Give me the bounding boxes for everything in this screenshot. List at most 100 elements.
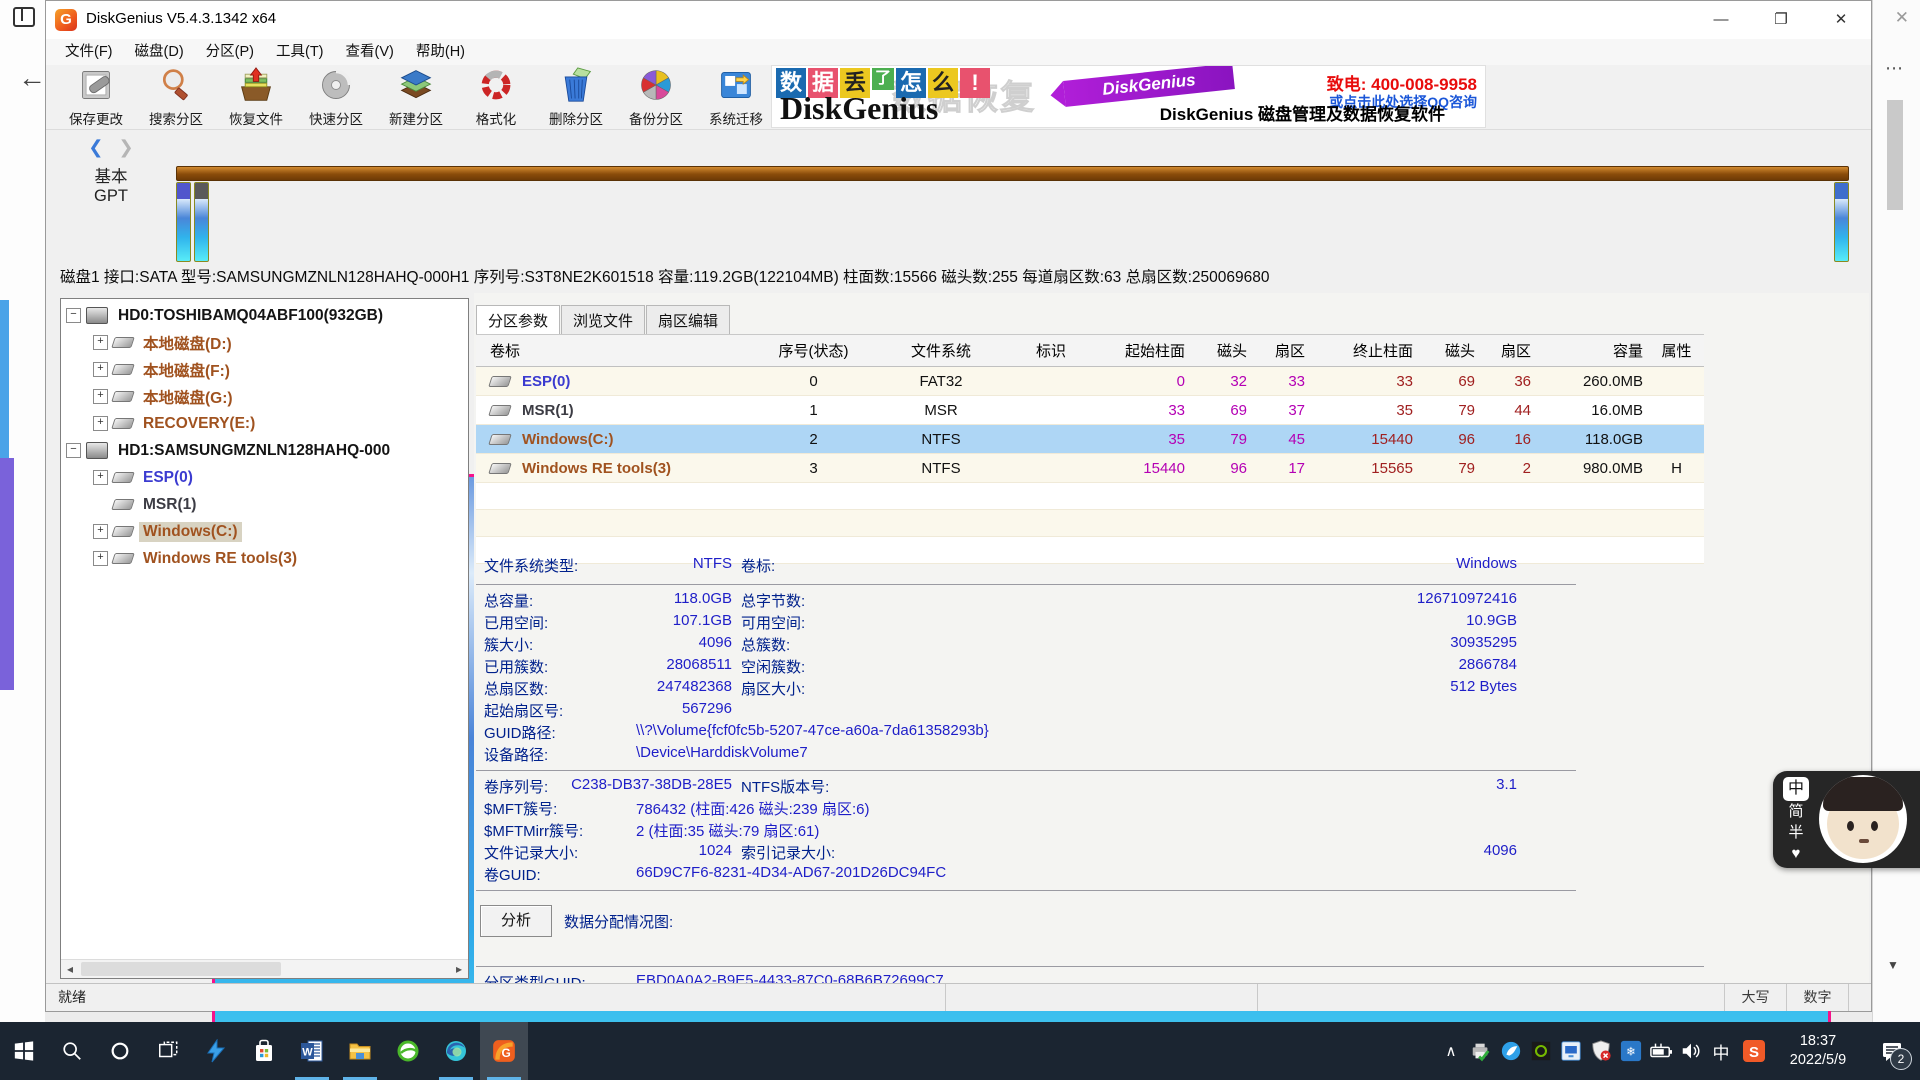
col-index-status[interactable]: 序号(状态) bbox=[756, 340, 871, 361]
lightning-app-icon[interactable] bbox=[192, 1022, 240, 1080]
tree-item-local-d[interactable]: + 本地磁盘(D:) bbox=[61, 329, 468, 356]
edge-icon[interactable] bbox=[432, 1022, 480, 1080]
prev-disk-arrow-icon[interactable]: ❮ bbox=[88, 137, 103, 157]
menu-tools[interactable]: 工具(T) bbox=[265, 39, 335, 65]
minimize-button[interactable]: — bbox=[1691, 1, 1751, 39]
tray-ime-indicator[interactable]: 中 bbox=[1706, 1022, 1736, 1080]
scroll-left-icon[interactable]: ◂ bbox=[61, 960, 79, 978]
tree-item-recovery-e[interactable]: + RECOVERY(E:) bbox=[61, 410, 468, 437]
tree-item-msr[interactable]: MSR(1) bbox=[61, 491, 468, 518]
col-start-cylinder[interactable]: 起始柱面 bbox=[1091, 340, 1191, 361]
tree-item-esp[interactable]: + ESP(0) bbox=[61, 464, 468, 491]
tray-battery-icon[interactable] bbox=[1646, 1022, 1676, 1080]
collapse-icon[interactable]: − bbox=[66, 443, 81, 458]
table-row-msr[interactable]: MSR(1) 1 MSR 33 69 37 35 79 44 16.0MB bbox=[476, 396, 1704, 425]
tree-item-hd0[interactable]: − HD0:TOSHIBAMQ04ABF100(932GB) bbox=[61, 302, 468, 329]
tray-nvidia-icon[interactable] bbox=[1526, 1022, 1556, 1080]
menu-view[interactable]: 查看(V) bbox=[335, 39, 405, 65]
tray-defender-icon[interactable] bbox=[1586, 1022, 1616, 1080]
expand-icon[interactable]: + bbox=[93, 362, 108, 377]
resize-grip[interactable] bbox=[1849, 984, 1871, 1011]
background-close-icon[interactable]: ✕ bbox=[1895, 8, 1909, 28]
tray-intel-graphics-icon[interactable] bbox=[1556, 1022, 1586, 1080]
collapse-icon[interactable]: − bbox=[66, 308, 81, 323]
col-flag[interactable]: 标识 bbox=[1011, 340, 1091, 361]
new-partition-button[interactable]: 新建分区 bbox=[376, 65, 456, 129]
ad-banner[interactable]: 数据恢复 数 据 丢 了 怎 么 ! DiskGenius DiskGenius… bbox=[771, 65, 1486, 128]
expand-icon[interactable]: + bbox=[93, 416, 108, 431]
col-capacity[interactable]: 容量 bbox=[1537, 340, 1649, 361]
partition-bar-esp[interactable] bbox=[176, 182, 191, 262]
format-button[interactable]: 格式化 bbox=[456, 65, 536, 129]
tray-speaker-icon[interactable] bbox=[1676, 1022, 1706, 1080]
col-filesystem[interactable]: 文件系统 bbox=[871, 340, 1011, 361]
tree-item-local-f[interactable]: + 本地磁盘(F:) bbox=[61, 356, 468, 383]
tray-printer-icon[interactable] bbox=[1466, 1022, 1496, 1080]
maximize-button[interactable]: ❐ bbox=[1751, 1, 1811, 39]
background-scrollbar-thumb[interactable] bbox=[1887, 100, 1903, 210]
taskbar-clock[interactable]: 18:37 2022/5/9 bbox=[1772, 1022, 1864, 1080]
cortana-button[interactable] bbox=[96, 1022, 144, 1080]
save-changes-button[interactable]: 保存更改 bbox=[56, 65, 136, 129]
ime-mode-chip[interactable]: 中 bbox=[1783, 777, 1809, 801]
backup-partition-button[interactable]: 备份分区 bbox=[616, 65, 696, 129]
col-end-head[interactable]: 磁头 bbox=[1419, 340, 1481, 361]
col-start-head[interactable]: 磁头 bbox=[1191, 340, 1253, 361]
partition-bar-msr[interactable] bbox=[194, 182, 209, 262]
scrollbar-thumb[interactable] bbox=[81, 962, 281, 976]
word-icon[interactable]: W bbox=[288, 1022, 336, 1080]
tree-item-windows-re[interactable]: + Windows RE tools(3) bbox=[61, 545, 468, 572]
tree-item-windows-c[interactable]: + Windows(C:) bbox=[61, 518, 468, 545]
menu-disk[interactable]: 磁盘(D) bbox=[124, 39, 195, 65]
delete-partition-button[interactable]: 删除分区 bbox=[536, 65, 616, 129]
menu-help[interactable]: 帮助(H) bbox=[405, 39, 476, 65]
col-end-cylinder[interactable]: 终止柱面 bbox=[1311, 340, 1419, 361]
expand-icon[interactable]: + bbox=[93, 524, 108, 539]
tab-partition-params[interactable]: 分区参数 bbox=[476, 305, 560, 334]
tree-item-local-g[interactable]: + 本地磁盘(G:) bbox=[61, 383, 468, 410]
ime-widget[interactable]: 中 简 半 ♥ bbox=[1773, 771, 1920, 868]
table-row-windows-c[interactable]: Windows(C:) 2 NTFS 35 79 45 15440 96 16 … bbox=[476, 425, 1704, 454]
file-explorer-icon[interactable] bbox=[336, 1022, 384, 1080]
microsoft-store-icon[interactable] bbox=[240, 1022, 288, 1080]
ime-halfwidth[interactable]: 半 bbox=[1788, 822, 1803, 843]
partition-bar-windows-re[interactable] bbox=[1834, 182, 1849, 262]
analyze-button[interactable]: 分析 bbox=[480, 905, 552, 937]
scroll-right-icon[interactable]: ▸ bbox=[450, 960, 468, 978]
col-volume-label[interactable]: 卷标 bbox=[476, 340, 756, 361]
col-start-sector[interactable]: 扇区 bbox=[1253, 340, 1311, 361]
system-migration-button[interactable]: 系统迁移 bbox=[696, 65, 776, 129]
tray-snowflake-icon[interactable]: ❄ bbox=[1616, 1022, 1646, 1080]
col-attributes[interactable]: 属性 bbox=[1649, 340, 1704, 361]
menu-partition[interactable]: 分区(P) bbox=[195, 39, 265, 65]
col-end-sector[interactable]: 扇区 bbox=[1481, 340, 1537, 361]
table-row-esp[interactable]: ESP(0) 0 FAT32 0 32 33 33 69 36 260.0MB bbox=[476, 367, 1704, 396]
tab-browse-files[interactable]: 浏览文件 bbox=[561, 305, 645, 334]
menu-file[interactable]: 文件(F) bbox=[54, 39, 124, 65]
recover-files-button[interactable]: 恢复文件 bbox=[216, 65, 296, 129]
tray-sogou-icon[interactable]: S bbox=[1736, 1022, 1772, 1080]
start-button[interactable] bbox=[0, 1022, 48, 1080]
taskbar-search-button[interactable] bbox=[48, 1022, 96, 1080]
heart-icon[interactable]: ♥ bbox=[1792, 843, 1801, 864]
overflow-menu-icon[interactable]: ⋯ bbox=[1885, 58, 1903, 79]
scroll-down-icon[interactable]: ▼ bbox=[1887, 958, 1899, 972]
close-button[interactable]: ✕ bbox=[1811, 1, 1871, 39]
tab-sector-edit[interactable]: 扇区编辑 bbox=[646, 305, 730, 334]
tray-chevron-up-icon[interactable]: ∧ bbox=[1436, 1022, 1466, 1080]
expand-icon[interactable]: + bbox=[93, 389, 108, 404]
ime-simplified[interactable]: 简 bbox=[1788, 801, 1803, 822]
disk-header-bar[interactable] bbox=[176, 166, 1849, 181]
tree-horizontal-scrollbar[interactable]: ◂ ▸ bbox=[61, 959, 468, 978]
next-disk-arrow-icon[interactable]: ❯ bbox=[119, 137, 134, 157]
search-partition-button[interactable]: 搜索分区 bbox=[136, 65, 216, 129]
expand-icon[interactable]: + bbox=[93, 335, 108, 350]
action-center-button[interactable]: 2 bbox=[1864, 1022, 1920, 1080]
expand-icon[interactable]: + bbox=[93, 551, 108, 566]
quick-partition-button[interactable]: 快速分区 bbox=[296, 65, 376, 129]
green-browser-icon[interactable] bbox=[384, 1022, 432, 1080]
expand-icon[interactable]: + bbox=[93, 470, 108, 485]
browser-back-icon[interactable]: ← bbox=[18, 62, 46, 94]
table-row-windows-re[interactable]: Windows RE tools(3) 3 NTFS 15440 96 17 1… bbox=[476, 454, 1704, 483]
taskbar-diskgenius-icon[interactable]: G bbox=[480, 1022, 528, 1080]
